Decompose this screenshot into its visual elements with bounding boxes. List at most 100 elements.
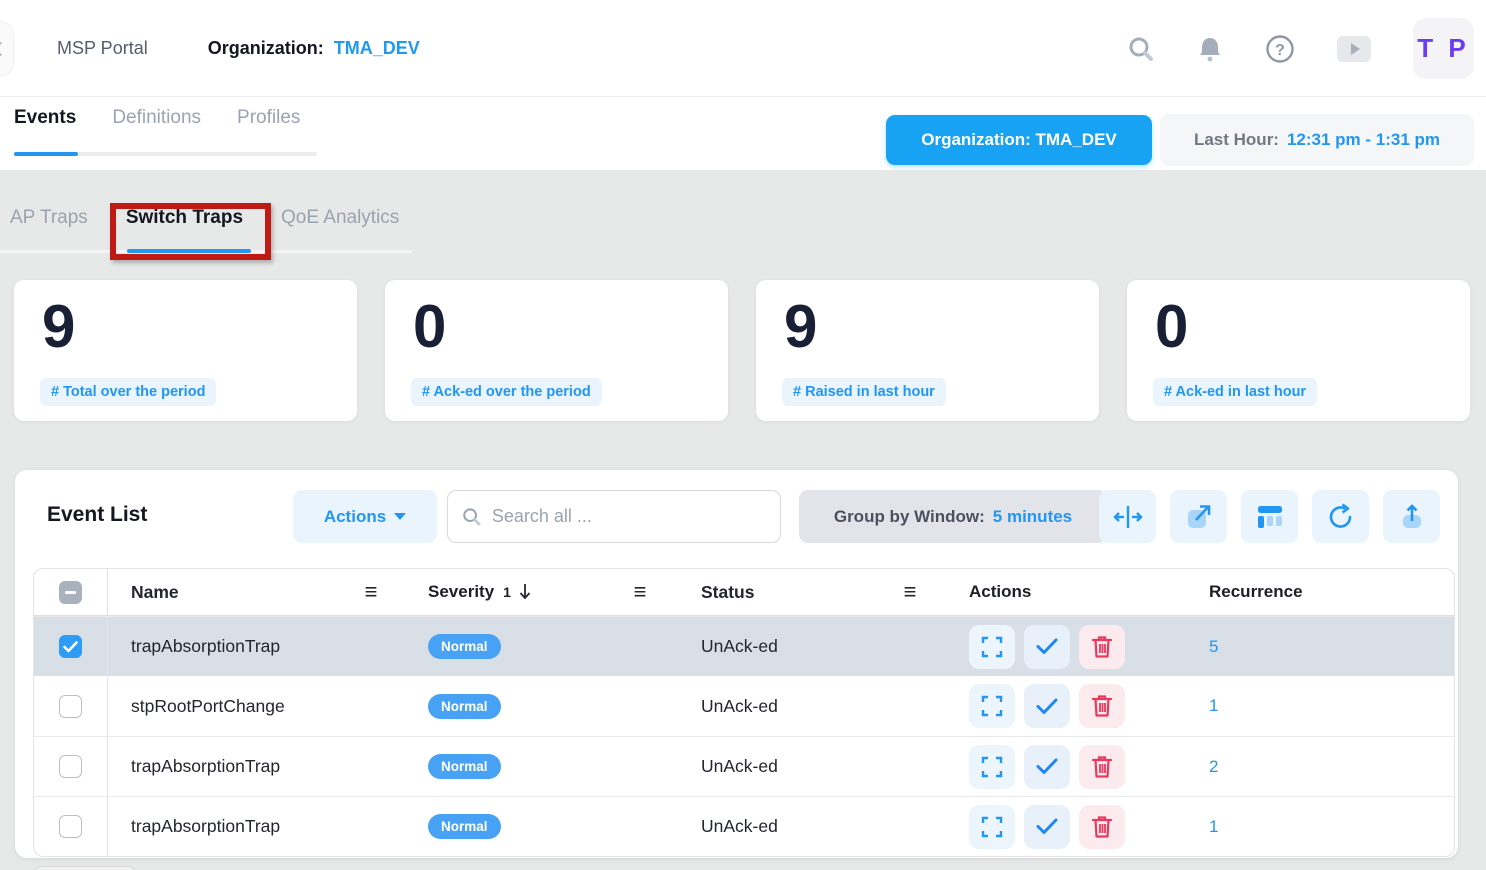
refresh-button[interactable] [1312,490,1369,543]
severity-badge: Normal [428,694,501,719]
group-by-window-selector[interactable]: Group by Window: 5 minutes [799,490,1107,543]
expand-event-button[interactable] [969,625,1015,669]
check-icon [63,641,78,653]
panel-title: Event List [47,503,147,527]
acknowledge-button[interactable] [1024,745,1070,789]
acknowledge-button[interactable] [1024,805,1070,849]
columns-settings-button[interactable] [1241,490,1298,543]
severity-column-menu-icon[interactable]: ≡ [615,579,665,605]
fullscreen-icon [980,815,1004,839]
org-name-link[interactable]: TMA_DEV [334,38,420,59]
subtab-qoe-analytics[interactable]: QoE Analytics [279,207,401,229]
row-checkbox[interactable] [59,695,82,718]
stat-label: # Raised in last hour [782,378,946,406]
select-all-checkbox[interactable] [59,581,82,604]
table-header-row: Name ≡ Severity 1 ≡ Status ≡ Actions Rec… [34,569,1454,616]
pagination-control-partial[interactable] [33,866,137,870]
refresh-icon [1327,503,1355,531]
open-fullscreen-button[interactable] [1170,490,1227,543]
acknowledge-button[interactable] [1024,684,1070,728]
user-avatar[interactable]: T P [1413,18,1474,79]
expand-event-button[interactable] [969,745,1015,789]
row-actions [935,805,1176,849]
row-checkbox-cell [34,737,108,796]
tab-profiles[interactable]: Profiles [237,107,300,143]
row-checkbox[interactable] [59,635,82,658]
column-header-recurrence[interactable]: Recurrence [1176,582,1454,602]
tab-definitions[interactable]: Definitions [112,107,201,143]
video-tour-button[interactable] [1337,36,1371,62]
event-status: UnAck-ed [665,816,885,837]
column-header-severity[interactable]: Severity 1 [396,582,615,602]
sub-tabs: AP Traps Switch Traps QoE Analytics [8,207,401,229]
recurrence-link[interactable]: 1 [1209,817,1218,836]
search-button[interactable] [1127,35,1155,63]
delete-button[interactable] [1079,625,1125,669]
time-range-selector[interactable]: Last Hour: 12:31 pm - 1:31 pm [1160,114,1474,166]
event-name: trapAbsorptionTrap [108,756,346,777]
column-header-actions: Actions [935,582,1176,602]
trash-icon [1091,755,1113,779]
stat-card-acked-period: 0 # Ack-ed over the period [385,280,728,421]
tab-events[interactable]: Events [14,107,76,143]
main-tab-bar: Events Definitions Profiles Organization… [0,97,1486,170]
status-column-menu-icon[interactable]: ≡ [885,579,935,605]
row-checkbox[interactable] [59,815,82,838]
stat-value: 0 [1155,292,1189,361]
delete-button[interactable] [1079,805,1125,849]
row-checkbox[interactable] [59,755,82,778]
group-by-label: Group by Window: [834,507,985,527]
acknowledge-button[interactable] [1024,625,1070,669]
recurrence-link[interactable]: 5 [1209,637,1218,656]
svg-text:?: ? [1275,42,1285,59]
help-button[interactable]: ? [1265,34,1295,64]
column-header-name[interactable]: Name [108,582,346,603]
row-actions [935,745,1176,789]
group-by-value: 5 minutes [993,507,1072,527]
name-column-menu-icon[interactable]: ≡ [346,579,396,605]
export-icon [1398,503,1426,531]
main-tabs: Events Definitions Profiles [14,107,300,143]
columns-view-icon [1256,504,1284,530]
export-button[interactable] [1383,490,1440,543]
play-icon [1351,43,1360,55]
severity-badge: Normal [428,754,501,779]
stat-card-total: 9 # Total over the period [14,280,357,421]
recurrence-link[interactable]: 1 [1209,696,1218,715]
sort-order-number: 1 [503,584,511,600]
search-icon [1127,35,1155,63]
fit-columns-button[interactable] [1099,490,1156,543]
event-name: trapAbsorptionTrap [108,636,346,657]
delete-button[interactable] [1079,684,1125,728]
stat-label: # Total over the period [40,378,216,406]
time-range-value: 12:31 pm - 1:31 pm [1287,130,1440,150]
subtab-switch-traps[interactable]: Switch Traps [124,207,245,229]
header-checkbox-cell [34,569,108,615]
delete-button[interactable] [1079,745,1125,789]
recurrence-link[interactable]: 2 [1209,757,1218,776]
fullscreen-icon [980,635,1004,659]
stat-label: # Ack-ed over the period [411,378,602,406]
trash-icon [1091,815,1113,839]
table-row: trapAbsorptionTrap Normal UnAck-ed [34,736,1454,796]
column-header-status[interactable]: Status [665,582,885,603]
active-tab-indicator [14,152,78,156]
row-actions [935,625,1176,669]
traps-sub-tab-bar: AP Traps Switch Traps QoE Analytics [0,170,1486,280]
stat-value: 9 [42,292,76,361]
organization-filter-button[interactable]: Organization: TMA_DEV [886,115,1152,165]
row-actions [935,684,1176,728]
table-row: stpRootPortChange Normal UnAck-ed [34,676,1454,736]
actions-dropdown-button[interactable]: Actions [293,490,437,543]
subtab-ap-traps[interactable]: AP Traps [8,207,90,229]
row-checkbox-cell [34,797,108,856]
row-checkbox-cell [34,676,108,736]
expand-event-button[interactable] [969,684,1015,728]
collapse-sidebar-button[interactable] [0,21,14,77]
notifications-button[interactable] [1197,35,1223,63]
table-row: trapAbsorptionTrap Normal UnAck-ed [34,616,1454,676]
search-input[interactable] [492,506,766,527]
open-external-icon [1185,503,1213,531]
expand-event-button[interactable] [969,805,1015,849]
check-icon [1036,818,1058,835]
